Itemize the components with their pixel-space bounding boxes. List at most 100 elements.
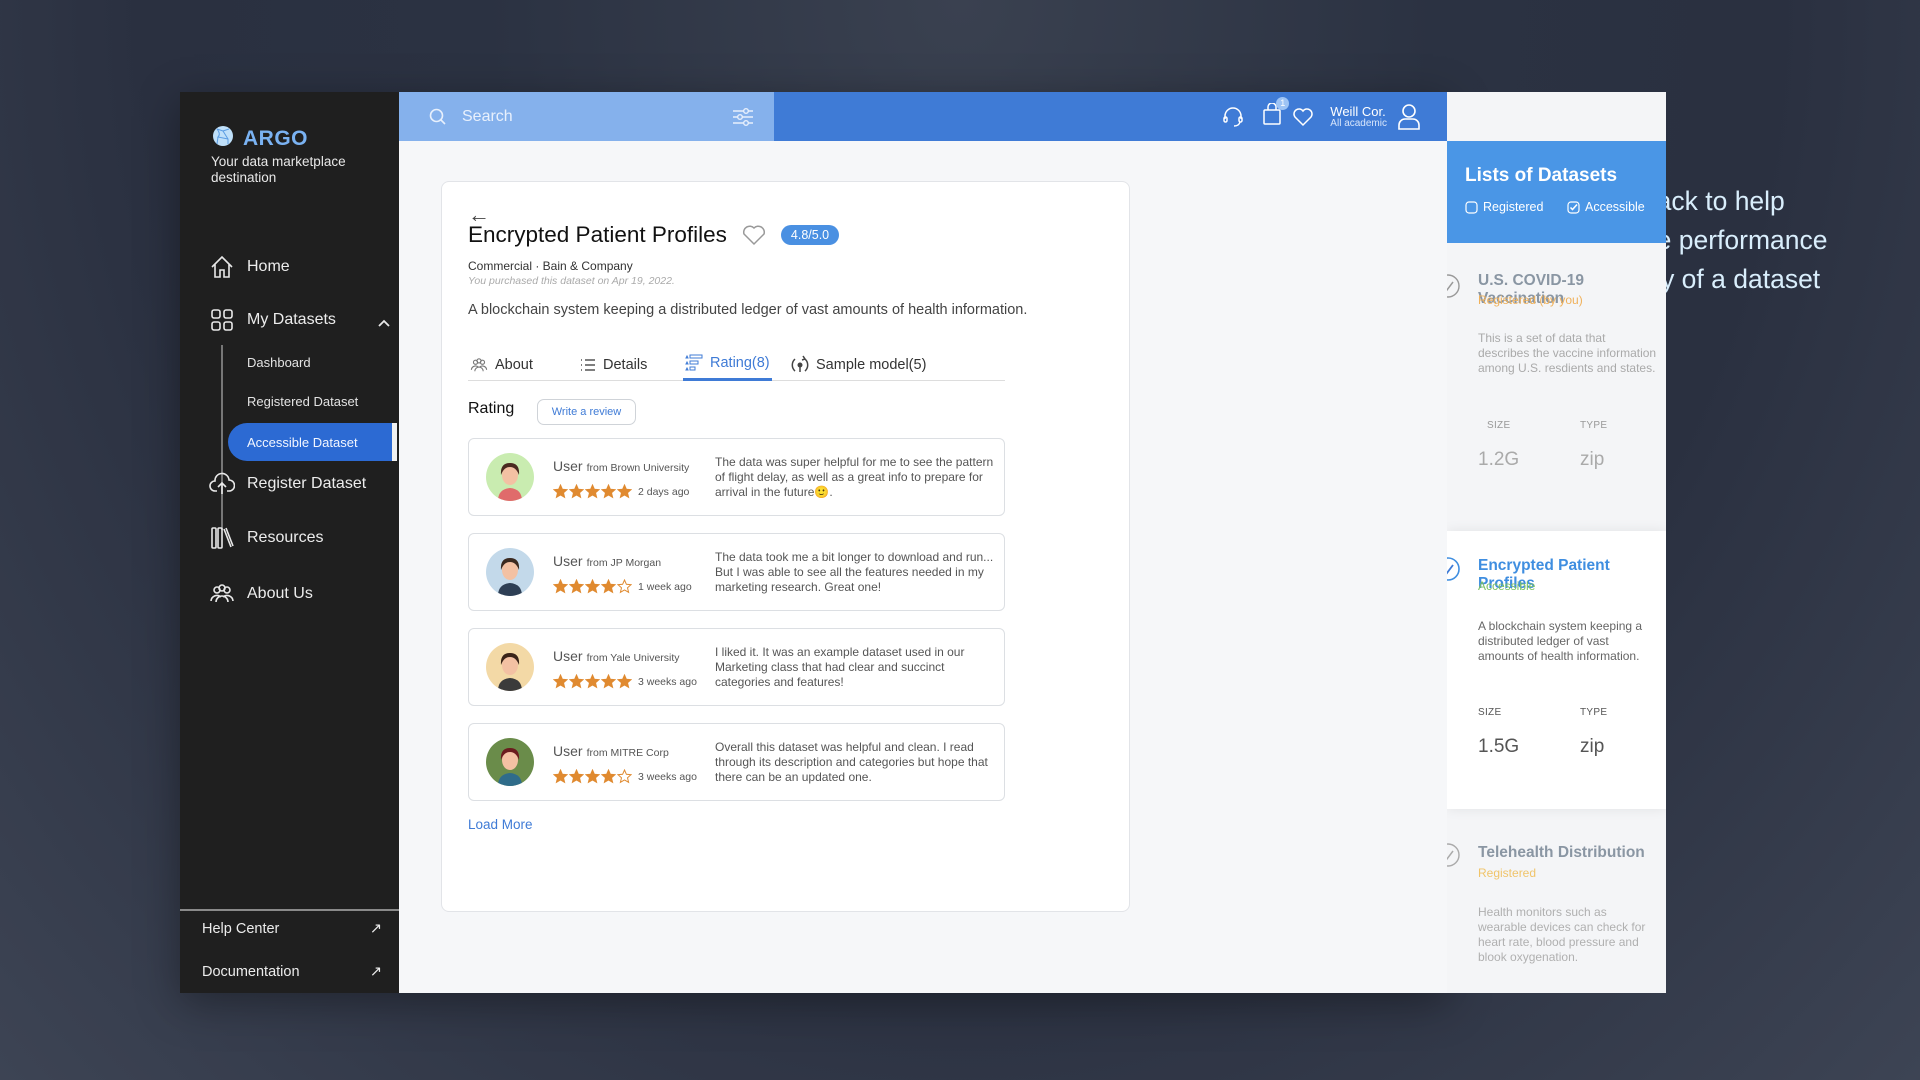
tab-details[interactable]: Details xyxy=(578,348,649,381)
reviewer-affiliation: from Yale University xyxy=(586,652,680,664)
list-icon xyxy=(581,358,595,371)
group-icon xyxy=(470,357,488,371)
star-filled-icon xyxy=(585,674,600,689)
cart-count-badge: 1 xyxy=(1276,97,1290,110)
star-filled-icon xyxy=(553,769,568,784)
checkbox-unchecked-icon xyxy=(1465,200,1478,214)
filter-registered-checkbox[interactable]: Registered xyxy=(1465,200,1543,214)
favorite-heart-icon[interactable] xyxy=(741,224,767,246)
model-icon xyxy=(791,355,809,372)
star-filled-icon xyxy=(569,579,584,594)
documentation-link[interactable]: Documentation ↗ xyxy=(202,964,382,980)
filter-sliders-icon[interactable] xyxy=(732,106,754,128)
nav-home-label: Home xyxy=(247,258,290,275)
heart-icon[interactable] xyxy=(1292,107,1314,127)
filter-accessible-label: Accessible xyxy=(1585,200,1645,214)
star-filled-icon xyxy=(553,674,568,689)
star-rating xyxy=(553,579,632,594)
tab-sample-model-label: Sample model(5) xyxy=(816,356,927,373)
sidebar-footer: Help Center ↗ Documentation ↗ xyxy=(180,909,399,993)
subnav-registered-dataset[interactable]: Registered Dataset xyxy=(247,394,358,409)
tab-sample-model[interactable]: Sample model(5) xyxy=(789,348,928,381)
review-text: The data took me a bit longer to downloa… xyxy=(715,550,994,594)
tab-rating[interactable]: Rating(8) xyxy=(683,348,772,381)
nav-about-us[interactable]: About Us xyxy=(209,581,313,607)
reviewer-name: User from JP Morgan xyxy=(553,553,662,569)
nav-my-datasets[interactable]: My Datasets xyxy=(209,307,394,333)
star-filled-icon xyxy=(553,579,568,594)
star-filled-icon xyxy=(569,674,584,689)
external-link-icon: ↗ xyxy=(369,964,382,980)
tab-about-label: About xyxy=(495,356,533,373)
brand-name: ARGO xyxy=(243,126,308,150)
avatar xyxy=(486,548,534,596)
grid-icon xyxy=(211,309,233,331)
type-label: TYPE xyxy=(1580,420,1608,431)
tab-rating-label: Rating(8) xyxy=(710,355,770,371)
reviewer-name: User from MITRE Corp xyxy=(553,743,669,759)
dataset-list-item-selected[interactable]: Encrypted Patient Profiles Accessible A … xyxy=(1447,531,1666,809)
load-more-link[interactable]: Load More xyxy=(468,817,533,832)
review-time: 1 week ago xyxy=(638,581,692,593)
star-filled-icon xyxy=(569,484,584,499)
star-empty-icon xyxy=(617,579,632,594)
nav-home[interactable]: Home xyxy=(209,254,290,280)
dataset-description: A blockchain system keeping a distribute… xyxy=(1478,619,1643,663)
search-icon xyxy=(429,108,446,125)
review-card: User from Yale University 3 weeks ago I lik… xyxy=(468,628,1005,706)
chevron-up-icon[interactable] xyxy=(377,316,391,330)
tagline: Your data marketplace destination xyxy=(211,154,346,185)
rating-heading: Rating xyxy=(468,400,515,417)
star-filled-icon xyxy=(553,484,568,499)
nav-register-dataset[interactable]: Register Dataset xyxy=(209,471,366,497)
user-info[interactable]: Weill Cor. All academic xyxy=(1330,105,1387,129)
subnav-dashboard[interactable]: Dashboard xyxy=(247,355,311,370)
star-filled-icon xyxy=(585,484,600,499)
write-review-button[interactable]: Write a review xyxy=(537,399,636,425)
star-filled-icon xyxy=(601,484,616,499)
brand[interactable]: ARGO xyxy=(212,125,308,152)
star-filled-icon xyxy=(601,579,616,594)
review-text: I liked it. It was an example dataset us… xyxy=(715,645,965,689)
group-icon xyxy=(210,584,234,603)
subnav-divider xyxy=(221,345,223,530)
review-card: User from Brown University 2 days ago The d… xyxy=(468,438,1005,516)
star-filled-icon xyxy=(617,484,632,499)
review-time: 3 weeks ago xyxy=(638,676,697,688)
avatar xyxy=(486,643,534,691)
cart-button[interactable]: 1 xyxy=(1262,97,1290,130)
avatar xyxy=(486,738,534,786)
user-avatar-icon[interactable] xyxy=(1397,103,1421,131)
headset-support-icon[interactable] xyxy=(1222,106,1244,128)
dataset-type: zip xyxy=(1580,736,1605,757)
tab-about[interactable]: About xyxy=(468,348,535,381)
dataset-list-title: Lists of Datasets xyxy=(1465,165,1618,186)
star-filled-icon xyxy=(585,769,600,784)
review-text: Overall this dataset was helpful and cle… xyxy=(715,740,988,784)
search-bar[interactable]: Search xyxy=(399,92,774,141)
dataset-title: Encrypted Patient Profiles xyxy=(468,222,727,247)
check-circle-icon xyxy=(1447,557,1460,581)
dataset-list-item[interactable]: Telehealth Distribution Registered Healt… xyxy=(1447,817,1666,993)
dataset-title-row: Encrypted Patient Profiles 4.8/5.0 xyxy=(468,222,840,248)
star-rating xyxy=(553,484,632,499)
star-filled-icon xyxy=(585,579,600,594)
search-input[interactable]: Search xyxy=(462,108,513,126)
subnav-accessible-dataset[interactable]: Accessible Dataset xyxy=(228,423,394,461)
nav-resources-label: Resources xyxy=(247,529,324,546)
user-org: All academic xyxy=(1330,117,1387,129)
filter-accessible-checkbox[interactable]: Accessible xyxy=(1567,200,1645,214)
home-icon xyxy=(211,255,233,278)
help-center-link[interactable]: Help Center ↗ xyxy=(202,921,382,937)
nav-resources[interactable]: Resources xyxy=(209,525,323,551)
checkbox-checked-icon xyxy=(1567,200,1580,214)
star-filled-icon xyxy=(601,674,616,689)
review-time: 3 weeks ago xyxy=(638,771,697,783)
reviewer-affiliation: from JP Morgan xyxy=(586,557,662,569)
nav-my-datasets-label: My Datasets xyxy=(247,311,336,328)
sidebar: ARGO Your data marketplace destination H… xyxy=(180,92,399,993)
dataset-name: Telehealth Distribution xyxy=(1478,844,1645,861)
filter-registered-label: Registered xyxy=(1483,200,1544,214)
user-name: Weill Cor. xyxy=(1330,103,1386,119)
dataset-list-item[interactable]: U.S. COVID-19 Vaccination Registered (by… xyxy=(1447,243,1666,523)
